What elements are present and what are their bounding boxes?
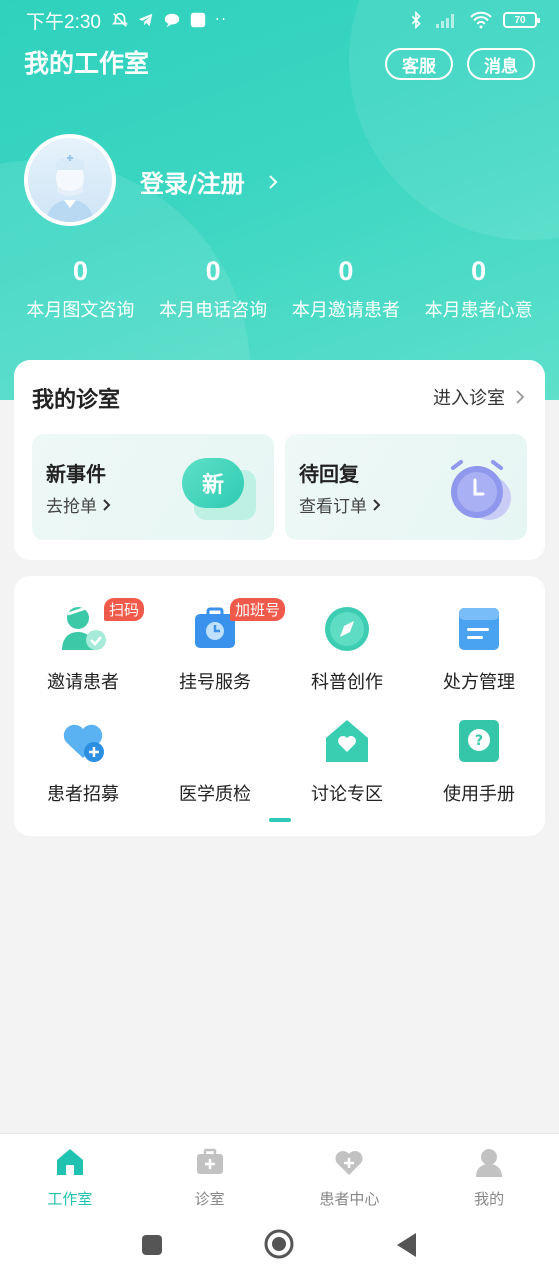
stat-patient-gratitude[interactable]: 0 本月患者心意 (412, 256, 545, 322)
home-icon (56, 1149, 83, 1175)
mute-bell-icon (111, 12, 129, 27)
user-icon (476, 1149, 503, 1177)
heart-plus-icon (63, 724, 104, 762)
stat-value: 0 (338, 256, 354, 286)
page-title: 我的工作室 (24, 49, 150, 78)
grid-item-registration[interactable]: 加班号 挂号服务 (150, 598, 286, 694)
wifi-icon (470, 11, 492, 29)
stat-value: 0 (72, 256, 88, 286)
stat-value: 0 (471, 256, 487, 286)
new-event-card[interactable]: 新事件 去抢单 新 (32, 434, 274, 540)
grid-item-invite-patient[interactable]: 扫码 邀请患者 (18, 598, 148, 694)
new-badge-text: 新 (182, 458, 244, 508)
grid-item-label: 讨论专区 (311, 784, 383, 805)
invite-patient-icon (62, 606, 106, 650)
grab-order-label: 去抢单 (46, 497, 97, 517)
function-grid-card: 扫码 邀请患者 加班号 挂号服务 科普创作 处方管理 患者招募 医学质检 讨论专… (14, 576, 545, 836)
bluetooth-icon (411, 11, 421, 29)
login-register-link[interactable]: 登录/注册 (140, 164, 279, 199)
extra-slot-badge: 加班号 (230, 598, 286, 621)
stat-label: 本月电话咨询 (159, 300, 268, 321)
pending-reply-title: 待回复 (299, 462, 359, 486)
page-indicator (269, 818, 291, 822)
enter-clinic-label: 进入诊室 (433, 388, 505, 409)
grid-item-label: 使用手册 (443, 784, 515, 805)
battery-icon: 70 (503, 12, 540, 28)
grid-item-label: 医学质检 (179, 784, 251, 805)
tab-mine[interactable]: 我的 (419, 1134, 559, 1213)
grid-item-label: 科普创作 (311, 672, 383, 693)
more-dots-icon: ·· (214, 12, 228, 28)
signal-icon (436, 14, 454, 28)
back-icon[interactable] (394, 1231, 418, 1259)
new-chat-icon: 新 (182, 454, 260, 524)
tab-label: 我的 (474, 1190, 505, 1208)
scan-code-badge: 扫码 (104, 598, 145, 621)
chevron-right-icon (516, 390, 525, 404)
tab-label: 患者中心 (319, 1190, 380, 1208)
house-heart-icon (326, 720, 368, 762)
clinic-title: 我的诊室 (32, 388, 121, 413)
compass-icon (325, 607, 369, 651)
chevron-right-icon (103, 498, 111, 511)
tab-patient-center[interactable]: 患者中心 (280, 1134, 420, 1213)
my-clinic-card: 我的诊室 进入诊室 新事件 去抢单 新 待回复 查看订单 (14, 360, 545, 560)
heart-plus-icon (335, 1151, 363, 1175)
grab-order-link[interactable]: 去抢单 (46, 492, 111, 517)
monthly-stats: 0 本月图文咨询 0 本月电话咨询 0 本月邀请患者 0 本月患者心意 (14, 256, 545, 322)
chat-icon (164, 13, 180, 28)
grid-item-quality-check[interactable]: 医学质检 (150, 716, 280, 806)
grid-item-label: 邀请患者 (47, 672, 119, 693)
grid-item-label: 处方管理 (443, 672, 515, 693)
stat-text-consult[interactable]: 0 本月图文咨询 (14, 256, 147, 322)
grid-item-discussion[interactable]: 讨论专区 (282, 716, 412, 806)
enter-clinic-link[interactable]: 进入诊室 (433, 384, 525, 410)
tab-clinic[interactable]: 诊室 (140, 1134, 280, 1213)
system-nav-bar (0, 1213, 559, 1280)
stat-label: 本月邀请患者 (291, 300, 400, 321)
app-square-icon (190, 12, 206, 28)
login-label: 登录/注册 (140, 170, 245, 198)
view-order-label: 查看订单 (299, 497, 367, 517)
status-time: 下午2:30 (26, 11, 101, 33)
pending-reply-card[interactable]: 待回复 查看订单 (285, 434, 527, 540)
tab-studio[interactable]: 工作室 (0, 1134, 140, 1213)
home-button-icon[interactable] (263, 1228, 295, 1260)
chevron-right-icon (269, 174, 278, 189)
stat-label: 本月患者心意 (424, 300, 533, 321)
grid-item-label: 挂号服务 (179, 672, 251, 693)
svg-text:?: ? (475, 733, 483, 749)
avatar[interactable] (24, 134, 116, 226)
stat-label: 本月图文咨询 (26, 300, 135, 321)
prescription-icon (459, 608, 499, 650)
tab-label: 工作室 (47, 1190, 93, 1208)
stat-phone-consult[interactable]: 0 本月电话咨询 (147, 256, 280, 322)
bottom-tab-bar: 工作室 诊室 患者中心 我的 (0, 1133, 559, 1213)
stat-value: 0 (205, 256, 221, 286)
stat-invited-patients[interactable]: 0 本月邀请患者 (280, 256, 413, 322)
grid-item-science-creation[interactable]: 科普创作 (282, 604, 412, 694)
new-event-title: 新事件 (46, 462, 106, 486)
grid-item-patient-recruit[interactable]: 患者招募 (18, 716, 148, 806)
medical-kit-icon (196, 1148, 223, 1174)
alarm-clock-icon (451, 460, 511, 520)
doctor-avatar-icon (46, 155, 94, 222)
chevron-right-icon (373, 498, 381, 511)
recent-apps-icon[interactable] (140, 1233, 164, 1257)
blank-icon (190, 716, 240, 766)
grid-item-user-manual[interactable]: ? 使用手册 (414, 716, 544, 806)
customer-service-button[interactable]: 客服 (385, 48, 453, 80)
messages-button[interactable]: 消息 (467, 48, 535, 80)
status-bar: 下午2:30 ·· 70 (0, 0, 559, 40)
help-icon: ? (459, 720, 499, 762)
telegram-icon (138, 13, 153, 27)
grid-item-prescription[interactable]: 处方管理 (414, 604, 544, 694)
grid-item-label: 患者招募 (47, 784, 119, 805)
view-order-link[interactable]: 查看订单 (299, 492, 381, 517)
tab-label: 诊室 (194, 1190, 225, 1208)
